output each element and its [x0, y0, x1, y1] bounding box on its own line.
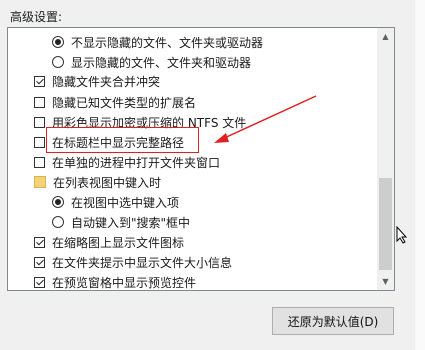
checkbox-color-ntfs[interactable] — [34, 116, 45, 128]
annotation-highlight-box — [46, 127, 199, 153]
radio-select-typed-item[interactable] — [52, 196, 64, 208]
checkbox-hide-merge-conflicts[interactable] — [34, 75, 45, 87]
group-list-view-typing: 在列表视图中键入时 — [34, 172, 394, 192]
option-folder-tip-size[interactable]: 在文件夹提示中显示文件大小信息 — [34, 252, 394, 272]
option-hide-extensions[interactable]: 隐藏已知文件类型的扩展名 — [34, 92, 394, 112]
window-edge — [415, 0, 425, 350]
checkbox-thumbnail-icons[interactable] — [34, 236, 45, 248]
option-label: 显示隐藏的文件、文件夹和驱动器 — [71, 55, 252, 70]
checkbox-full-path-title-bar[interactable] — [34, 136, 45, 148]
option-label: 隐藏文件夹合并冲突 — [52, 74, 161, 89]
option-hide-merge-conflicts[interactable]: 隐藏文件夹合并冲突 — [34, 71, 394, 91]
option-label: 在文件夹提示中显示文件大小信息 — [52, 255, 233, 270]
restore-defaults-button[interactable]: 还原为默认值(D) — [272, 307, 394, 335]
option-label: 自动键入到"搜索"框中 — [71, 215, 191, 230]
checkbox-preview-handlers[interactable] — [34, 276, 45, 288]
option-separate-process[interactable]: 在单独的进程中打开文件夹窗口 — [34, 152, 394, 172]
option-label: 在缩略图上显示文件图标 — [52, 235, 185, 250]
group-label: 在列表视图中键入时 — [53, 175, 162, 190]
checkbox-folder-tip-size[interactable] — [34, 256, 45, 268]
vertical-scrollbar[interactable]: ▲ ▼ — [377, 28, 394, 290]
option-type-into-search[interactable]: 自动键入到"搜索"框中 — [52, 212, 394, 232]
radio-show-hidden[interactable] — [52, 56, 64, 68]
folder-icon — [34, 176, 46, 188]
checkbox-separate-process[interactable] — [34, 156, 45, 168]
advanced-settings-label: 高级设置: — [10, 10, 63, 24]
scrollbar-thumb[interactable] — [379, 178, 392, 270]
option-hide-hidden-files[interactable]: 不显示隐藏的文件、文件夹或驱动器 — [52, 32, 394, 52]
advanced-settings-list[interactable]: 不显示隐藏的文件、文件夹或驱动器 显示隐藏的文件、文件夹和驱动器 隐藏文件夹合并… — [7, 27, 395, 291]
scroll-down-icon[interactable]: ▼ — [377, 273, 394, 290]
option-select-typed-item[interactable]: 在视图中选中键入项 — [52, 192, 394, 212]
option-show-hidden-files[interactable]: 显示隐藏的文件、文件夹和驱动器 — [52, 52, 394, 72]
mouse-cursor-icon — [396, 226, 408, 244]
radio-hide-hidden[interactable] — [52, 36, 64, 48]
scroll-up-icon[interactable]: ▲ — [377, 28, 394, 45]
option-label: 不显示隐藏的文件、文件夹或驱动器 — [71, 35, 264, 50]
checkbox-hide-extensions[interactable] — [34, 96, 45, 108]
radio-type-into-search[interactable] — [52, 216, 64, 228]
option-preview-handlers[interactable]: 在预览窗格中显示预览控件 — [34, 272, 394, 290]
option-label: 在预览窗格中显示预览控件 — [52, 275, 197, 290]
option-label: 在单独的进程中打开文件夹窗口 — [52, 155, 221, 170]
option-label: 在视图中选中键入项 — [71, 195, 180, 210]
option-thumbnail-icons[interactable]: 在缩略图上显示文件图标 — [34, 232, 394, 252]
option-label: 隐藏已知文件类型的扩展名 — [52, 95, 197, 110]
